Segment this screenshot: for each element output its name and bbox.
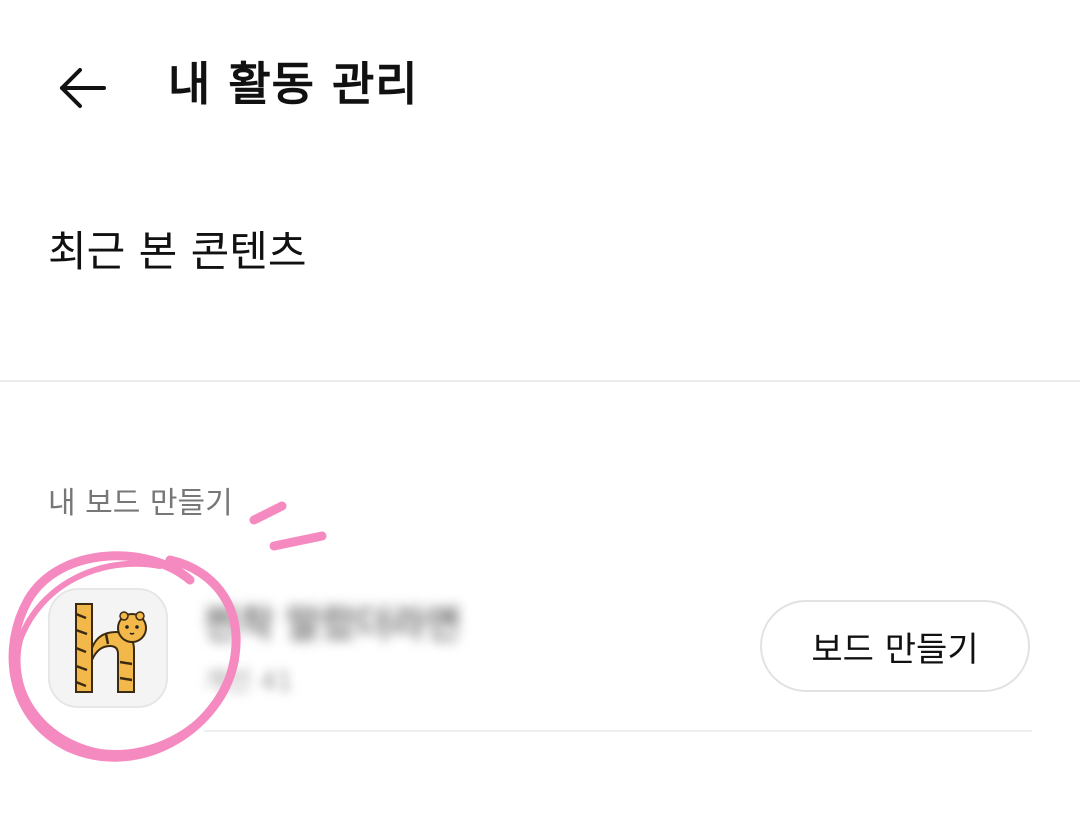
activity-management-screen: 내 활동 관리 최근 본 콘텐츠 내 보드 만들기 찐착 말랐더라면 개인 41… [0,0,1080,840]
board-thumbnail [48,588,168,708]
highlight-tick-lower [269,531,327,551]
create-board-button[interactable]: 보드 만들기 [760,600,1030,692]
boards-section-label: 내 보드 만들기 [48,486,233,521]
page-title: 내 활동 관리 [168,57,419,111]
back-button[interactable] [52,58,112,118]
item-divider [204,730,1032,732]
recent-content-row[interactable]: 최근 본 콘텐츠 [0,200,1080,310]
section-divider [0,380,1080,382]
recent-content-label: 최근 본 콘텐츠 [48,227,307,276]
app-header: 내 활동 관리 [0,0,1080,170]
arrow-left-icon [60,68,106,108]
tiger-letter-h-icon [75,603,147,693]
board-subtitle: 개인 41 [204,667,294,697]
board-name: 찐착 말랐더라면 [204,602,461,646]
highlight-tick-upper [249,501,287,525]
